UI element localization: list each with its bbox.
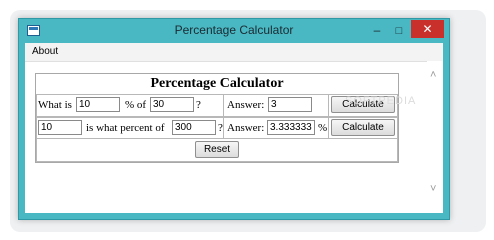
maximize-button[interactable]: □ <box>389 23 409 39</box>
percent-of-label: % of <box>125 99 147 111</box>
percent-sign: % <box>318 122 328 134</box>
row1-answer-label: Answer: <box>227 99 265 111</box>
calculator-heading: Percentage Calculator <box>150 76 284 91</box>
client-area: About Percentage Calculator What is 10 %… <box>25 43 443 213</box>
row2-question-mark: ? <box>218 122 223 134</box>
row2-answer-label: Answer: <box>227 122 265 134</box>
row2-value2-input[interactable]: 300 <box>172 120 216 135</box>
menu-bar: About <box>25 43 443 62</box>
row2-answer-field[interactable]: 3.333333 <box>267 120 315 135</box>
scroll-down-icon[interactable]: ˅ <box>430 183 436 195</box>
row1-value2-input[interactable]: 30 <box>150 97 194 112</box>
row1-question-mark: ? <box>196 99 201 111</box>
vertical-scrollbar[interactable]: ˄ ˅ <box>427 61 443 213</box>
row2-calculate-button[interactable]: Calculate <box>331 119 395 136</box>
minimize-button[interactable]: – <box>367 23 387 39</box>
is-what-percent-label: is what percent of <box>86 122 165 134</box>
reset-button[interactable]: Reset <box>195 141 239 158</box>
row1-value1-input[interactable]: 10 <box>76 97 120 112</box>
app-window: Percentage Calculator – □ ✕ About Percen… <box>18 18 450 220</box>
close-button[interactable]: ✕ <box>411 20 444 38</box>
calculator-table: Percentage Calculator What is 10 % of 30… <box>35 73 399 163</box>
softpedia-watermark: SOFTPEDIA <box>345 95 417 107</box>
row2-value1-input[interactable]: 10 <box>38 120 82 135</box>
row1-answer-field[interactable]: 3 <box>268 97 312 112</box>
what-is-label: What is <box>38 99 72 111</box>
title-bar[interactable]: Percentage Calculator – □ ✕ <box>19 19 449 43</box>
menu-item-about[interactable]: About <box>32 46 58 57</box>
scroll-up-icon[interactable]: ˄ <box>430 69 436 81</box>
